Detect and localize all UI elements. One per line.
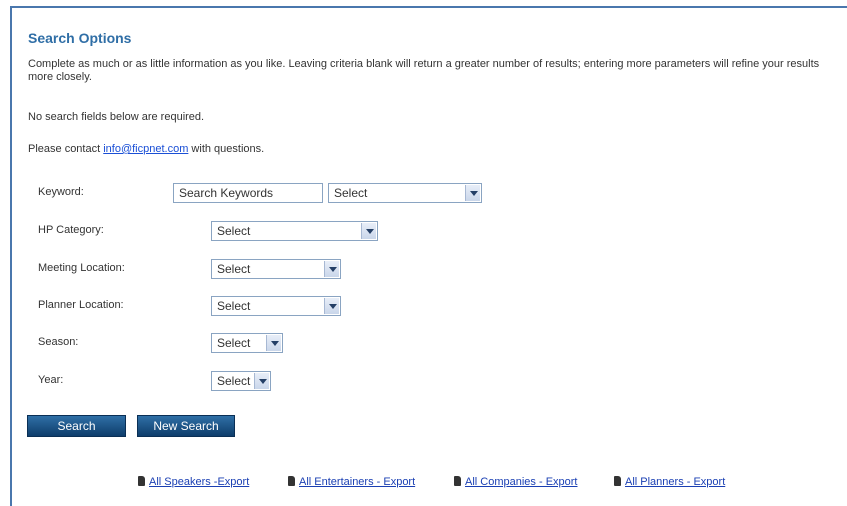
keyword-input[interactable]: Search Keywords [173, 183, 323, 203]
season-label: Season: [38, 336, 79, 348]
season-select-value: Select [217, 336, 251, 350]
contact-suffix: with questions. [188, 143, 265, 155]
new-search-button[interactable]: New Search [137, 415, 235, 437]
export-planners[interactable]: All Planners - Export [614, 476, 725, 488]
required-note: No search fields below are required. [28, 111, 205, 123]
contact-email-link[interactable]: info@ficpnet.com [103, 143, 188, 155]
year-label: Year: [38, 374, 64, 386]
keyword-scope-select[interactable]: Select [328, 183, 482, 203]
intro-text: Complete as much or as little informatio… [28, 58, 820, 83]
page-title: Search Options [28, 30, 132, 46]
export-planners-link[interactable]: All Planners - Export [625, 476, 725, 488]
export-icon [138, 476, 145, 486]
export-speakers[interactable]: All Speakers -Export [138, 476, 249, 488]
chevron-down-icon [465, 185, 480, 201]
export-entertainers-link[interactable]: All Entertainers - Export [299, 476, 415, 488]
meeting-location-select-value: Select [217, 262, 251, 276]
export-icon [614, 476, 621, 486]
chevron-down-icon [361, 223, 376, 239]
planner-location-select-value: Select [217, 299, 251, 313]
hp-category-select-value: Select [217, 224, 251, 238]
planner-location-select[interactable]: Select [211, 296, 341, 316]
season-select[interactable]: Select [211, 333, 283, 353]
year-select[interactable]: Select [211, 371, 271, 391]
hp-category-label: HP Category: [38, 224, 104, 236]
export-icon [288, 476, 295, 486]
meeting-location-select[interactable]: Select [211, 259, 341, 279]
meeting-location-label: Meeting Location: [38, 262, 125, 274]
chevron-down-icon [266, 335, 281, 351]
export-icon [454, 476, 461, 486]
contact-line: Please contact info@ficpnet.com with que… [28, 143, 264, 155]
contact-prefix: Please contact [28, 143, 104, 155]
chevron-down-icon [324, 261, 339, 277]
export-companies-link[interactable]: All Companies - Export [465, 476, 578, 488]
planner-location-label: Planner Location: [38, 299, 124, 311]
keyword-scope-select-value: Select [334, 186, 368, 200]
export-speakers-link[interactable]: All Speakers -Export [149, 476, 249, 488]
chevron-down-icon [254, 373, 269, 389]
search-button[interactable]: Search [27, 415, 126, 437]
export-companies[interactable]: All Companies - Export [454, 476, 578, 488]
year-select-value: Select [217, 374, 251, 388]
keyword-label: Keyword: [38, 186, 84, 198]
export-entertainers[interactable]: All Entertainers - Export [288, 476, 415, 488]
chevron-down-icon [324, 298, 339, 314]
hp-category-select[interactable]: Select [211, 221, 378, 241]
